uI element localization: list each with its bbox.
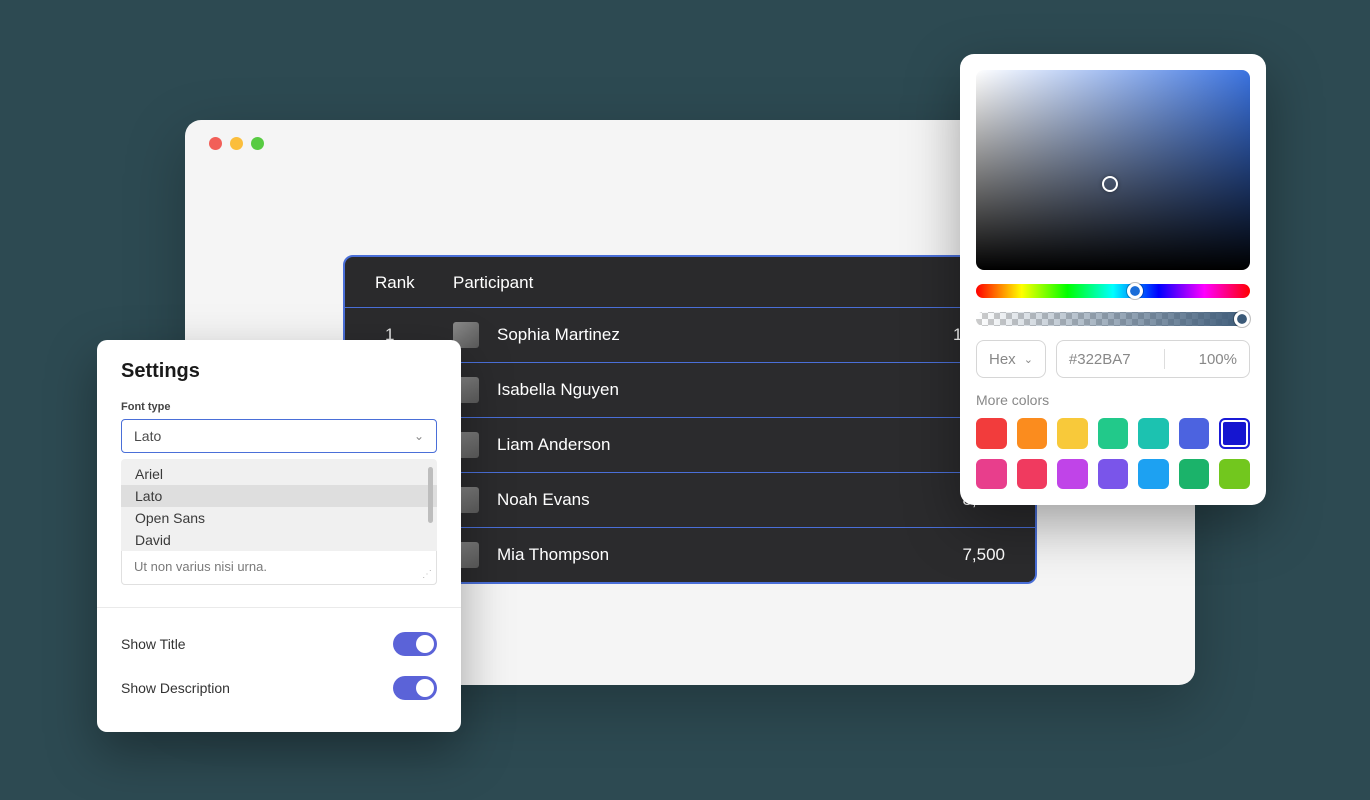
sv-cursor-icon[interactable] bbox=[1102, 176, 1118, 192]
color-format-value: Hex bbox=[989, 351, 1016, 368]
more-colors-label: More colors bbox=[976, 392, 1250, 408]
participant-name: Mia Thompson bbox=[497, 545, 609, 565]
show-title-label: Show Title bbox=[121, 636, 186, 652]
hex-value-input[interactable]: #322BA7 bbox=[1069, 351, 1131, 368]
swatch-grid bbox=[976, 418, 1250, 489]
color-swatch[interactable] bbox=[1179, 418, 1210, 449]
color-swatch[interactable] bbox=[1017, 418, 1048, 449]
color-picker-panel: Hex ⌄ #322BA7 100% More colors bbox=[960, 54, 1266, 505]
leaderboard-header: Rank Participant Score bbox=[345, 257, 1035, 307]
alpha-value-input[interactable]: 100% bbox=[1199, 351, 1237, 368]
col-header-participant: Participant bbox=[453, 273, 905, 293]
separator bbox=[1164, 349, 1165, 369]
settings-title: Settings bbox=[121, 360, 437, 383]
window-maximize-icon[interactable] bbox=[251, 137, 264, 150]
hue-slider-thumb[interactable] bbox=[1127, 283, 1143, 299]
hue-slider[interactable] bbox=[976, 284, 1250, 298]
color-swatch[interactable] bbox=[1179, 459, 1210, 490]
show-description-label: Show Description bbox=[121, 680, 230, 696]
color-swatch[interactable] bbox=[1138, 459, 1169, 490]
participant-name: Isabella Nguyen bbox=[497, 380, 619, 400]
settings-panel: Settings Font type Lato ⌄ ArielLatoOpen … bbox=[97, 340, 461, 732]
color-swatch[interactable] bbox=[1219, 459, 1250, 490]
chevron-down-icon: ⌄ bbox=[1024, 353, 1033, 366]
font-option[interactable]: Lato bbox=[121, 485, 437, 507]
window-close-icon[interactable] bbox=[209, 137, 222, 150]
divider bbox=[97, 607, 461, 608]
font-option[interactable]: Ariel bbox=[121, 463, 437, 485]
participant-name: Sophia Martinez bbox=[497, 325, 620, 345]
color-format-select[interactable]: Hex ⌄ bbox=[976, 340, 1046, 378]
show-title-toggle[interactable] bbox=[393, 632, 437, 656]
saturation-value-field[interactable] bbox=[976, 70, 1250, 270]
color-swatch[interactable] bbox=[1138, 418, 1169, 449]
font-option[interactable]: Open Sans bbox=[121, 507, 437, 529]
color-swatch[interactable] bbox=[1017, 459, 1048, 490]
resize-handle-icon[interactable]: ⋰ bbox=[422, 570, 434, 582]
participant-name: Liam Anderson bbox=[497, 435, 610, 455]
font-type-dropdown: ArielLatoOpen SansDavid Ut non varius ni… bbox=[121, 459, 437, 585]
description-value: Ut non varius nisi urna. bbox=[134, 559, 267, 574]
alpha-slider[interactable] bbox=[976, 312, 1250, 326]
show-title-row: Show Title bbox=[121, 622, 437, 666]
color-swatch[interactable] bbox=[1057, 459, 1088, 490]
color-swatch[interactable] bbox=[976, 418, 1007, 449]
color-swatch[interactable] bbox=[1098, 418, 1129, 449]
description-textarea[interactable]: Ut non varius nisi urna. ⋰ bbox=[121, 551, 437, 585]
color-swatch[interactable] bbox=[976, 459, 1007, 490]
color-swatch[interactable] bbox=[1219, 418, 1250, 449]
font-type-value: Lato bbox=[134, 428, 161, 444]
alpha-slider-thumb[interactable] bbox=[1234, 311, 1250, 327]
chevron-down-icon: ⌄ bbox=[414, 429, 424, 443]
participant-name: Noah Evans bbox=[497, 490, 590, 510]
font-type-label: Font type bbox=[121, 401, 437, 413]
font-option[interactable]: David bbox=[121, 529, 437, 551]
col-header-rank: Rank bbox=[375, 273, 453, 293]
show-description-toggle[interactable] bbox=[393, 676, 437, 700]
color-swatch[interactable] bbox=[1057, 418, 1088, 449]
hex-input-group: #322BA7 100% bbox=[1056, 340, 1250, 378]
score-cell: 7,500 bbox=[905, 545, 1005, 565]
color-swatch[interactable] bbox=[1098, 459, 1129, 490]
font-type-select[interactable]: Lato ⌄ bbox=[121, 419, 437, 453]
show-description-row: Show Description bbox=[121, 666, 437, 710]
window-minimize-icon[interactable] bbox=[230, 137, 243, 150]
dropdown-scrollbar[interactable] bbox=[428, 467, 433, 523]
